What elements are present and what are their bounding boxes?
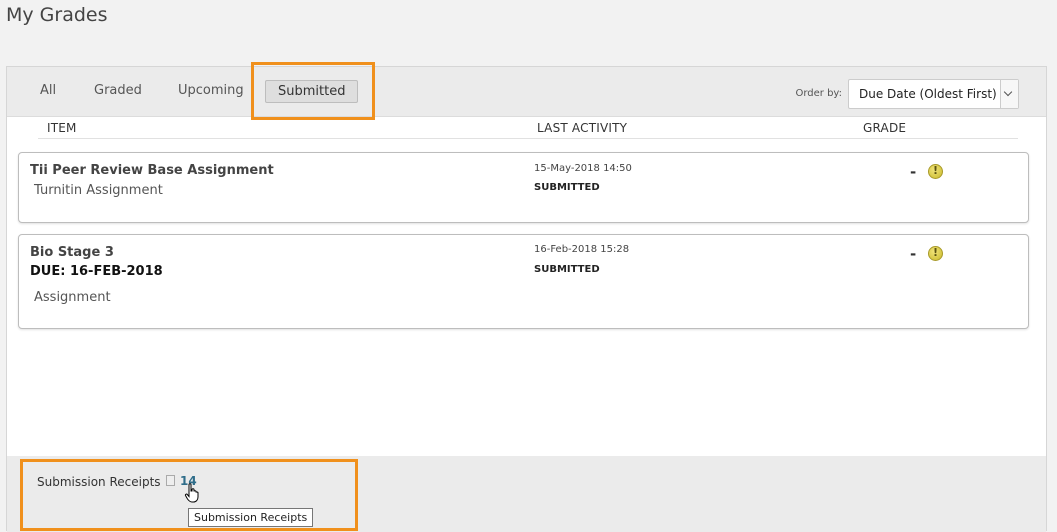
filter-toolbar: All Graded Upcoming Submitted Order by: …	[7, 67, 1046, 117]
tooltip: Submission Receipts	[188, 508, 314, 527]
column-header-last-activity: LAST ACTIVITY	[537, 121, 628, 135]
submission-receipts-label: Submission Receipts	[37, 475, 161, 489]
tab-upcoming[interactable]: Upcoming	[178, 83, 244, 98]
item-last-activity-date: 15-May-2018 14:50	[534, 163, 632, 174]
document-icon	[166, 475, 175, 486]
grades-panel: All Graded Upcoming Submitted Order by: …	[6, 66, 1047, 532]
item-name[interactable]: Bio Stage 3	[30, 245, 114, 260]
item-grade: -	[910, 163, 917, 181]
grade-item-card[interactable]: Bio Stage 3 DUE: 16-FEB-2018 Assignment …	[18, 234, 1029, 329]
item-name[interactable]: Tii Peer Review Base Assignment	[30, 163, 274, 178]
item-status: SUBMITTED	[534, 264, 600, 275]
exclamation-circle-icon[interactable]	[928, 164, 943, 179]
submission-receipts-bar: Submission Receipts 14 Submission Receip…	[7, 456, 1046, 532]
tab-submitted[interactable]: Submitted	[265, 80, 359, 103]
column-header-item: ITEM	[47, 121, 77, 135]
column-header-grade: GRADE	[863, 121, 907, 135]
header-divider	[38, 138, 1018, 139]
item-status: SUBMITTED	[534, 182, 600, 193]
tab-graded[interactable]: Graded	[94, 83, 142, 98]
chevron-down-icon[interactable]	[1000, 80, 1018, 108]
order-by-label: Order by:	[795, 88, 842, 99]
item-type: Assignment	[34, 290, 111, 305]
exclamation-circle-icon[interactable]	[928, 246, 943, 261]
tab-all[interactable]: All	[40, 83, 56, 98]
order-by-select[interactable]: Due Date (Oldest First)	[848, 79, 1019, 109]
item-last-activity-date: 16-Feb-2018 15:28	[534, 244, 630, 255]
grade-item-card[interactable]: Tii Peer Review Base Assignment Turnitin…	[18, 152, 1029, 223]
hand-pointer-icon	[184, 483, 199, 503]
item-type: Turnitin Assignment	[34, 183, 163, 198]
item-due-date: DUE: 16-FEB-2018	[30, 264, 163, 279]
item-grade: -	[910, 245, 917, 263]
order-by-value: Due Date (Oldest First)	[859, 87, 997, 101]
page-title: My Grades	[6, 4, 108, 26]
